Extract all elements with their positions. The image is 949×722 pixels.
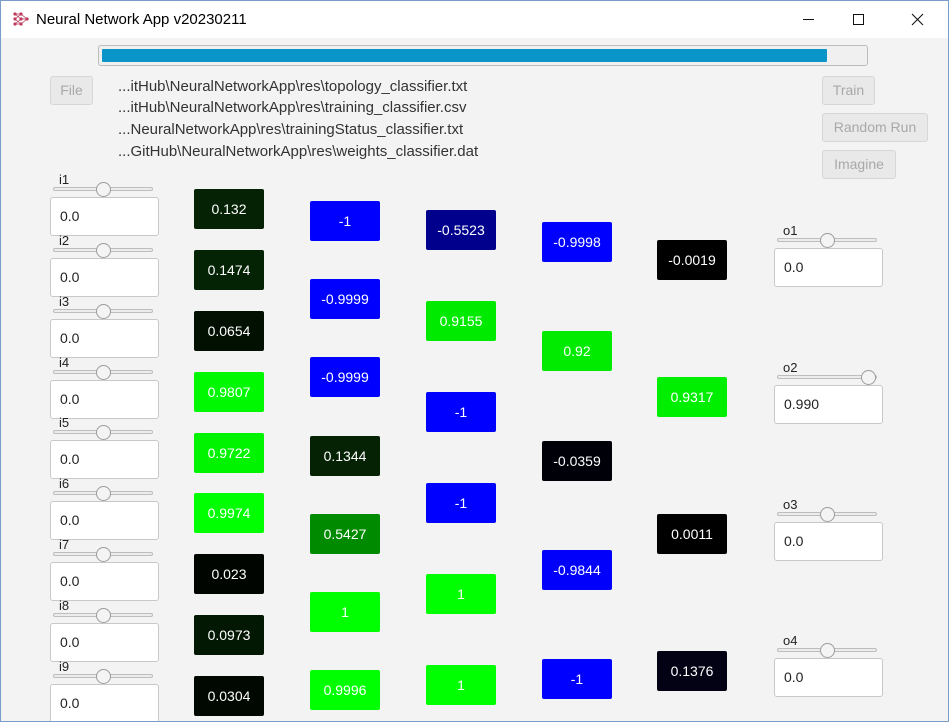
neuron-node: -0.0359	[542, 441, 612, 481]
input-value-field[interactable]: 0.0	[50, 684, 159, 721]
slider-thumb[interactable]	[96, 425, 111, 440]
neuron-node: 0.1376	[657, 651, 727, 691]
neuron-node: 0.92	[542, 331, 612, 371]
output-value-field[interactable]: 0.0	[774, 248, 883, 287]
imagine-button[interactable]: Imagine	[822, 150, 896, 179]
output-slider[interactable]	[777, 643, 877, 658]
training-status-path: ...NeuralNetworkApp\res\trainingStatus_c…	[118, 121, 464, 138]
slider-thumb[interactable]	[96, 608, 111, 623]
input-value-field[interactable]: 0.0	[50, 319, 159, 358]
minimize-button[interactable]	[786, 1, 832, 38]
input-value-field[interactable]: 0.0	[50, 562, 159, 601]
neuron-node: -0.9999	[310, 279, 380, 319]
progress-fill	[102, 49, 827, 62]
output-value-field[interactable]: 0.990	[774, 385, 883, 424]
neuron-node: 0.9317	[657, 377, 727, 417]
slider-thumb[interactable]	[96, 669, 111, 684]
input-value-field[interactable]: 0.0	[50, 258, 159, 297]
slider-thumb[interactable]	[861, 370, 876, 385]
slider-thumb[interactable]	[96, 304, 111, 319]
slider-thumb[interactable]	[96, 547, 111, 562]
weights-path: ...GitHub\NeuralNetworkApp\res\weights_c…	[118, 143, 479, 160]
slider-thumb[interactable]	[96, 182, 111, 197]
input-value-field[interactable]: 0.0	[50, 623, 159, 662]
input-value-field[interactable]: 0.0	[50, 380, 159, 419]
input-slider[interactable]	[53, 425, 153, 440]
neuron-node: -1	[310, 201, 380, 241]
output-slider[interactable]	[777, 233, 877, 248]
neuron-node: 0.0973	[194, 615, 264, 655]
input-slider[interactable]	[53, 608, 153, 623]
slider-thumb[interactable]	[96, 486, 111, 501]
neuron-node: 0.0011	[657, 514, 727, 554]
output-slider[interactable]	[777, 507, 877, 522]
neuron-node: 0.132	[194, 189, 264, 229]
training-path: ...itHub\NeuralNetworkApp\res\training_c…	[118, 99, 467, 116]
input-slider[interactable]	[53, 669, 153, 684]
slider-thumb[interactable]	[820, 507, 835, 522]
neuron-node: 0.9722	[194, 433, 264, 473]
maximize-button[interactable]	[836, 1, 882, 38]
window-title: Neural Network App v20230211	[36, 11, 247, 28]
neuron-node: -0.5523	[426, 210, 496, 250]
random-run-button[interactable]: Random Run	[822, 113, 928, 142]
output-slider[interactable]	[777, 370, 877, 385]
slider-thumb[interactable]	[820, 233, 835, 248]
neuron-node: -0.0019	[657, 240, 727, 280]
slider-thumb[interactable]	[96, 365, 111, 380]
app-window: Neural Network App v20230211 File ...itH…	[0, 0, 949, 722]
neuron-node: -0.9999	[310, 357, 380, 397]
slider-thumb[interactable]	[96, 243, 111, 258]
neural-network-icon	[13, 12, 29, 26]
neuron-node: 0.1344	[310, 436, 380, 476]
neuron-node: -1	[426, 483, 496, 523]
input-value-field[interactable]: 0.0	[50, 501, 159, 540]
neuron-node: 1	[426, 574, 496, 614]
input-slider[interactable]	[53, 365, 153, 380]
input-value-field[interactable]: 0.0	[50, 197, 159, 236]
neuron-node: -1	[542, 659, 612, 699]
progress-bar	[98, 45, 868, 66]
output-value-field[interactable]: 0.0	[774, 522, 883, 561]
neuron-node: -0.9844	[542, 550, 612, 590]
title-bar: Neural Network App v20230211	[1, 1, 948, 38]
neuron-node: 0.1474	[194, 250, 264, 290]
neuron-node: -1	[426, 392, 496, 432]
file-button[interactable]: File	[50, 76, 93, 105]
neuron-node: 1	[426, 665, 496, 705]
neuron-node: 0.5427	[310, 514, 380, 554]
close-icon	[911, 13, 924, 26]
neuron-node: 0.0304	[194, 676, 264, 716]
input-value-field[interactable]: 0.0	[50, 440, 159, 479]
minimize-icon	[803, 19, 814, 20]
neuron-node: 0.9996	[310, 670, 380, 710]
neuron-node: 0.9155	[426, 301, 496, 341]
close-button[interactable]	[895, 1, 941, 38]
input-slider[interactable]	[53, 304, 153, 319]
neuron-node: 0.9807	[194, 372, 264, 412]
output-value-field[interactable]: 0.0	[774, 658, 883, 697]
neuron-node: 0.9974	[194, 493, 264, 533]
neuron-node: -0.9998	[542, 222, 612, 262]
input-slider[interactable]	[53, 547, 153, 562]
neuron-node: 0.0654	[194, 311, 264, 351]
maximize-icon	[853, 14, 864, 25]
topology-path: ...itHub\NeuralNetworkApp\res\topology_c…	[118, 78, 468, 95]
train-button[interactable]: Train	[822, 76, 875, 105]
neuron-node: 0.023	[194, 554, 264, 594]
input-slider[interactable]	[53, 486, 153, 501]
neuron-node: 1	[310, 592, 380, 632]
input-slider[interactable]	[53, 182, 153, 197]
slider-thumb[interactable]	[820, 643, 835, 658]
input-slider[interactable]	[53, 243, 153, 258]
